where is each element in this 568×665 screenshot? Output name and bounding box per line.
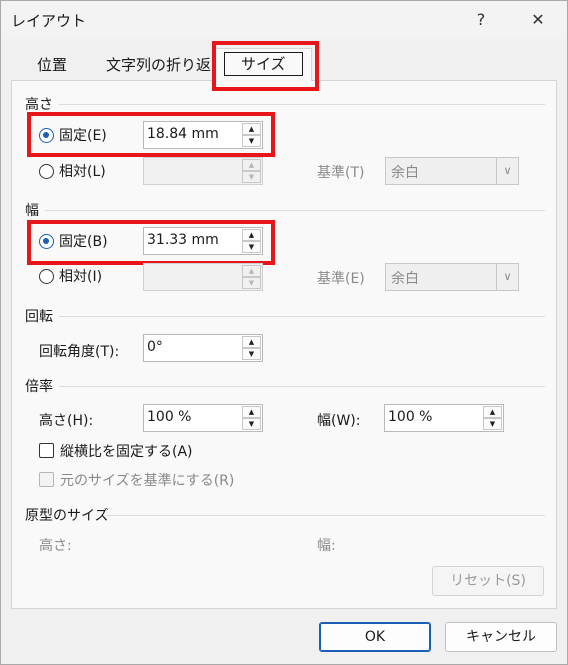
rotate-section-title: 回転 bbox=[25, 309, 53, 325]
width-relative-to-select[interactable]: 余白 ∨ bbox=[385, 263, 519, 291]
height-relative-label: 相対(L) bbox=[59, 164, 106, 180]
scale-section-title: 倍率 bbox=[25, 379, 53, 395]
rotation-spinner[interactable]: 0° ▲ ▼ bbox=[143, 334, 263, 362]
spin-up-icon[interactable]: ▲ bbox=[242, 265, 261, 277]
tab-position-label: 位置 bbox=[37, 56, 68, 74]
ok-button[interactable]: OK bbox=[319, 622, 431, 652]
chevron-down-icon: ∨ bbox=[496, 158, 518, 184]
dialog-title: レイアウト bbox=[11, 12, 87, 30]
title-bar: レイアウト ? ✕ bbox=[1, 1, 567, 39]
height-relative-to-label: 基準(T) bbox=[317, 165, 365, 181]
scale-width-spin-buttons: ▲ ▼ bbox=[483, 406, 502, 430]
relative-to-original-label: 元のサイズを基準にする(R) bbox=[60, 473, 235, 489]
lock-aspect-ratio-label: 縦横比を固定する(A) bbox=[60, 444, 193, 460]
spin-up-icon[interactable]: ▲ bbox=[242, 159, 261, 171]
width-relative-spinner[interactable]: ▲ ▼ bbox=[143, 263, 263, 291]
spin-down-icon[interactable]: ▼ bbox=[242, 348, 261, 360]
tab-text-wrapping-label: 文字列の折り返し bbox=[106, 56, 227, 74]
height-relative-to-value: 余白 bbox=[391, 165, 419, 181]
width-relative-to-value: 余白 bbox=[391, 271, 419, 287]
help-icon[interactable]: ? bbox=[459, 5, 503, 35]
original-height-label: 高さ: bbox=[39, 538, 72, 554]
scale-height-spin-buttons: ▲ ▼ bbox=[242, 406, 261, 430]
height-relative-spin-buttons: ▲ ▼ bbox=[242, 159, 261, 183]
scale-section-divider bbox=[59, 386, 545, 387]
width-section-title: 幅 bbox=[25, 203, 39, 219]
rotation-label: 回転角度(T): bbox=[39, 344, 120, 360]
width-relative-radio[interactable] bbox=[39, 269, 54, 284]
scale-width-spinner[interactable]: 100 % ▲ ▼ bbox=[384, 404, 504, 432]
spin-down-icon[interactable]: ▼ bbox=[242, 171, 261, 183]
tab-position[interactable]: 位置 bbox=[27, 49, 77, 81]
spin-up-icon[interactable]: ▲ bbox=[483, 406, 502, 418]
height-relative-spinner[interactable]: ▲ ▼ bbox=[143, 157, 263, 185]
close-icon[interactable]: ✕ bbox=[516, 5, 560, 35]
spin-down-icon[interactable]: ▼ bbox=[483, 418, 502, 430]
width-highlight-box bbox=[27, 220, 275, 265]
spin-down-icon[interactable]: ▼ bbox=[242, 418, 261, 430]
lock-aspect-ratio-checkbox[interactable] bbox=[39, 443, 54, 458]
scale-height-spinner[interactable]: 100 % ▲ ▼ bbox=[143, 404, 263, 432]
rotation-value: 0° bbox=[147, 339, 163, 355]
cancel-button[interactable]: キャンセル bbox=[445, 622, 557, 652]
scale-width-value: 100 % bbox=[388, 409, 433, 425]
height-section-divider bbox=[59, 104, 545, 105]
width-relative-to-label: 基準(E) bbox=[317, 271, 365, 287]
spin-up-icon[interactable]: ▲ bbox=[242, 336, 261, 348]
chevron-down-icon: ∨ bbox=[496, 264, 518, 290]
height-highlight-box bbox=[27, 112, 275, 157]
original-size-section-title: 原型のサイズ bbox=[25, 508, 109, 524]
spin-down-icon[interactable]: ▼ bbox=[242, 277, 261, 289]
spin-up-icon[interactable]: ▲ bbox=[242, 406, 261, 418]
height-relative-to-select[interactable]: 余白 ∨ bbox=[385, 157, 519, 185]
rotation-spin-buttons: ▲ ▼ bbox=[242, 336, 261, 360]
scale-height-label: 高さ(H): bbox=[39, 413, 94, 429]
scale-width-label: 幅(W): bbox=[317, 413, 361, 429]
original-size-section-divider bbox=[107, 515, 545, 516]
height-section-title: 高さ bbox=[25, 97, 53, 113]
original-width-label: 幅: bbox=[317, 538, 336, 554]
width-relative-spin-buttons: ▲ ▼ bbox=[242, 265, 261, 289]
rotate-section-divider bbox=[59, 316, 545, 317]
width-section-divider bbox=[45, 210, 545, 211]
scale-height-value: 100 % bbox=[147, 409, 192, 425]
width-relative-label: 相対(I) bbox=[59, 269, 103, 285]
height-relative-radio[interactable] bbox=[39, 164, 54, 179]
tab-highlight-box bbox=[212, 41, 319, 91]
relative-to-original-checkbox[interactable] bbox=[39, 472, 54, 487]
reset-button[interactable]: リセット(S) bbox=[432, 566, 544, 596]
layout-dialog: レイアウト ? ✕ 位置 文字列の折り返し サイズ 高さ 固定(E) 18.84… bbox=[0, 0, 568, 665]
